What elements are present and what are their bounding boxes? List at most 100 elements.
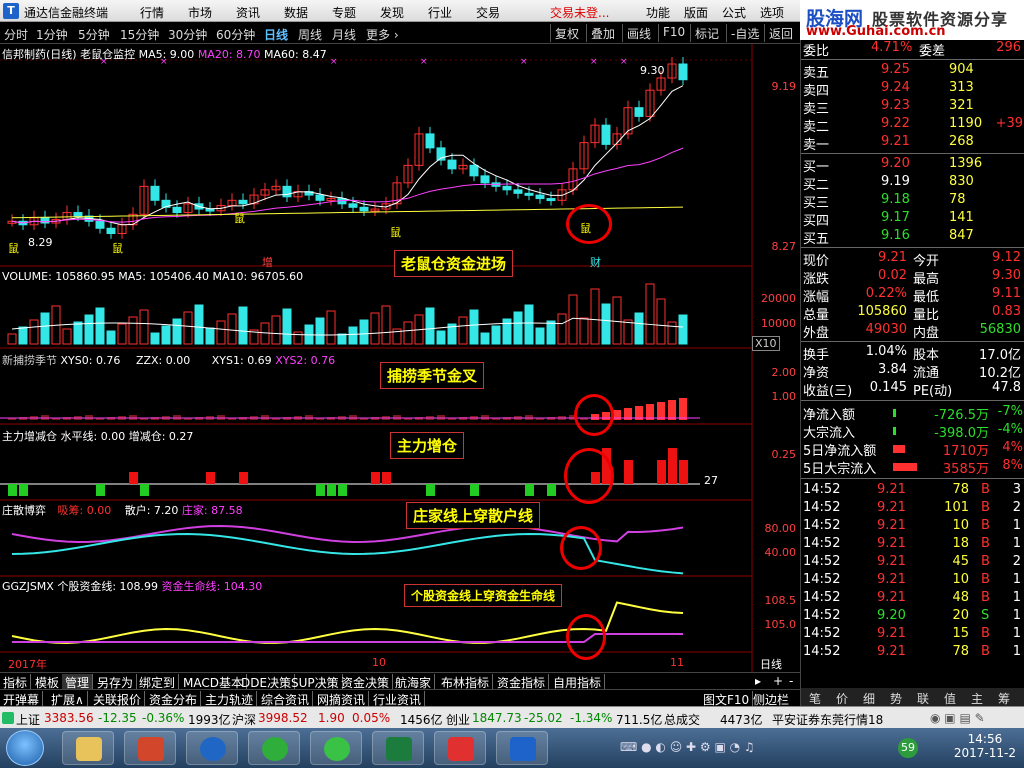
toolbar-adjust-button[interactable]: 复权	[550, 24, 583, 42]
ask-price: 9.23	[881, 98, 910, 113]
stat-row[interactable]: 现价 9.21 今开 9.12	[801, 250, 1024, 269]
toolbar-back-button[interactable]: 返回	[764, 24, 797, 42]
weibi-row[interactable]: 委比 4.71% 委差 296	[801, 40, 1024, 59]
period-tab-more[interactable]: 更多 ›	[366, 26, 399, 43]
period-tab-1min[interactable]: 1分钟	[36, 26, 68, 43]
tab-plus-button[interactable]: +	[770, 674, 786, 688]
stat-row[interactable]: 外盘 49030 内盘 56830	[801, 322, 1024, 341]
tick-direction: B	[981, 590, 990, 605]
quote-tab[interactable]: 细	[863, 690, 875, 707]
period-tab-weekly[interactable]: 周线	[298, 26, 322, 43]
taskbar-excel-button[interactable]	[372, 731, 424, 765]
stat-row[interactable]: 总量 105860 量比 0.83	[801, 304, 1024, 323]
tick-row[interactable]: 14:52 9.21 78 B 3	[801, 482, 1024, 500]
taskbar-wechat-button[interactable]	[310, 731, 362, 765]
mark-wealth: 财	[590, 256, 601, 269]
tick-row[interactable]: 14:52 9.21 18 B 1	[801, 536, 1024, 554]
tick-row[interactable]: 14:52 9.20 20 S 1	[801, 608, 1024, 626]
ask-row[interactable]: 卖二 9.22 1190 +39	[801, 116, 1024, 135]
bid-row[interactable]: 买三 9.18 78	[801, 192, 1024, 211]
callout-season-cross: 捕捞季节金叉	[380, 362, 485, 389]
flow-row[interactable]: 大宗流入 -398.0万 -4%	[801, 422, 1024, 441]
volume-bar	[623, 319, 633, 345]
taskbar-refresh-button[interactable]	[248, 731, 300, 765]
toolbar-mark-button[interactable]: 标记	[690, 24, 723, 42]
status-sz-value: 3998.52	[258, 711, 308, 725]
menu-item-discover[interactable]: 发现	[380, 4, 404, 21]
tick-row[interactable]: 14:52 9.21 15 B 1	[801, 626, 1024, 644]
menu-item-market[interactable]: 行情	[140, 4, 164, 21]
quote-tab[interactable]: 势	[890, 690, 902, 707]
tray-icons[interactable]: ⌨ ● ◐ ☺ ✚ ⚙ ▣ ◔ ♫	[620, 740, 755, 754]
quote-tab[interactable]: 值	[944, 690, 956, 707]
bid-row[interactable]: 买四 9.17 141	[801, 210, 1024, 229]
taskbar-k-button[interactable]	[186, 731, 238, 765]
period-tab-30min[interactable]: 30分钟	[168, 26, 207, 43]
tab-more-button[interactable]: ▸	[752, 674, 764, 688]
taskbar-explorer-button[interactable]	[62, 731, 114, 765]
period-tab-monthly[interactable]: 月线	[332, 26, 356, 43]
ask-row[interactable]: 卖三 9.23 321	[801, 98, 1024, 117]
menu-item-options[interactable]: 选项	[760, 4, 784, 21]
clock[interactable]: 14:56 2017-11-2	[954, 732, 1016, 760]
mainforce-bar	[382, 472, 391, 484]
bid-row[interactable]: 买一 9.20 1396	[801, 156, 1024, 175]
tick-row[interactable]: 14:52 9.21 48 B 1	[801, 590, 1024, 608]
toolbar-draw-button[interactable]: 画线	[622, 24, 655, 42]
status-tray-icons[interactable]: ◉ ▣ ▤ ✎	[930, 711, 985, 725]
flow-row[interactable]: 净流入额 -726.5万 -7%	[801, 404, 1024, 423]
volume-bar	[491, 325, 501, 345]
menu-item-data[interactable]: 数据	[284, 4, 308, 21]
taskbar-tdx-button[interactable]	[496, 731, 548, 765]
menu-item-news[interactable]: 资讯	[236, 4, 260, 21]
chart-area[interactable]: × × × × × × × 信邦制药(日线) 老鼠仓监控 MA5: 9.00 MA20: 8…	[0, 44, 800, 672]
toolbar-overlay-button[interactable]: 叠加	[586, 24, 619, 42]
quote-tab[interactable]: 联	[917, 690, 929, 707]
quote-tab[interactable]: 主	[971, 690, 983, 707]
period-tab-15min[interactable]: 15分钟	[120, 26, 159, 43]
ask-row[interactable]: 卖五 9.25 904	[801, 62, 1024, 81]
ma20-label: MA20: 8.70	[197, 48, 261, 61]
tab-minus-button[interactable]: -	[786, 674, 796, 688]
stat-row[interactable]: 涨幅 0.22% 最低 9.11	[801, 286, 1024, 305]
quote-tab[interactable]: 筹	[998, 690, 1010, 707]
menu-item-function[interactable]: 功能	[646, 4, 670, 21]
period-tab-daily[interactable]: 日线	[264, 26, 288, 43]
period-tab-60min[interactable]: 60分钟	[216, 26, 255, 43]
ask-row[interactable]: 卖一 9.21 268	[801, 134, 1024, 153]
menu-item-markets[interactable]: 市场	[188, 4, 212, 21]
tick-row[interactable]: 14:52 9.21 78 B 1	[801, 644, 1024, 662]
period-tab-intraday[interactable]: 分时	[4, 26, 28, 43]
marker-x: ×	[590, 57, 598, 67]
quote-tab[interactable]: 笔	[809, 690, 821, 707]
period-tab-5min[interactable]: 5分钟	[78, 26, 110, 43]
taskbar-chart-button[interactable]	[124, 731, 176, 765]
flow-row[interactable]: 5日净流入额 1710万 4%	[801, 440, 1024, 459]
ask-row[interactable]: 卖四 9.24 313	[801, 80, 1024, 99]
menu-item-topic[interactable]: 专题	[332, 4, 356, 21]
menu-item-formula[interactable]: 公式	[722, 4, 746, 21]
stat2-row[interactable]: 换手 1.04% 股本 17.0亿	[801, 344, 1024, 363]
tray-badge[interactable]: 59	[898, 738, 918, 758]
menu-item-layout[interactable]: 版面	[684, 4, 708, 21]
tick-row[interactable]: 14:52 9.21 10 B 1	[801, 518, 1024, 536]
menu-item-industry[interactable]: 行业	[428, 4, 452, 21]
stat2-row[interactable]: 净资 3.84 流通 10.2亿	[801, 362, 1024, 381]
tick-price: 9.21	[877, 536, 906, 551]
bid-row[interactable]: 买二 9.19 830	[801, 174, 1024, 193]
stat-row[interactable]: 涨跌 0.02 最高 9.30	[801, 268, 1024, 287]
menu-item-trade[interactable]: 交易	[476, 4, 500, 21]
volume-bar	[282, 308, 292, 345]
taskbar-app7-button[interactable]	[434, 731, 486, 765]
toolbar-watchlist-button[interactable]: -自选	[726, 24, 763, 42]
stat2-row[interactable]: 收益(三) 0.145 PE(动) 47.8	[801, 380, 1024, 399]
tick-row[interactable]: 14:52 9.21 45 B 2	[801, 554, 1024, 572]
stat-value-2: 47.8	[992, 380, 1021, 395]
tick-row[interactable]: 14:52 9.21 10 B 1	[801, 572, 1024, 590]
menu-item-trade-login[interactable]: 交易未登...	[550, 4, 609, 21]
start-button[interactable]	[6, 730, 44, 766]
tick-row[interactable]: 14:52 9.21 101 B 2	[801, 500, 1024, 518]
bid-row[interactable]: 买五 9.16 847	[801, 228, 1024, 247]
toolbar-f10-button[interactable]: F10	[658, 24, 689, 42]
quote-tab[interactable]: 价	[836, 690, 848, 707]
